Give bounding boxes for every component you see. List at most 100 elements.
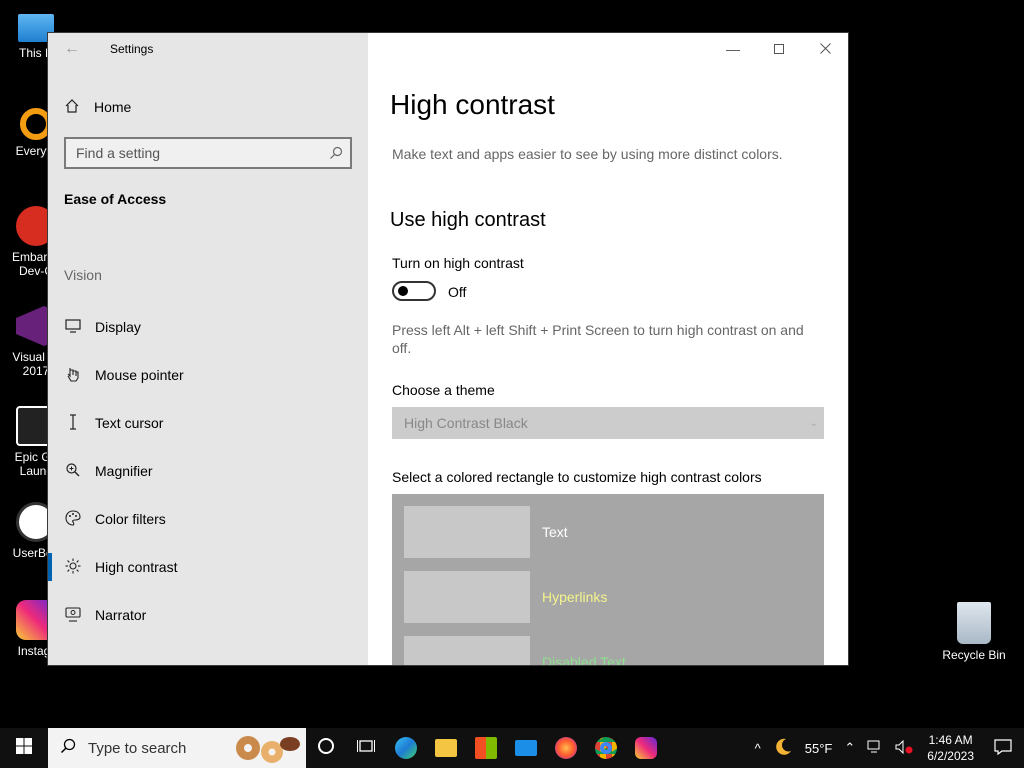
cortana-button[interactable] xyxy=(306,728,346,768)
back-arrow-icon: ← xyxy=(64,40,80,57)
show-hidden-icons-chevron-icon[interactable]: ⌃ xyxy=(838,740,861,756)
page-title: High contrast xyxy=(390,89,555,120)
mail-icon xyxy=(515,740,537,756)
recycle-bin-icon xyxy=(957,602,991,644)
narrator-icon xyxy=(48,606,95,625)
taskbar-search-input[interactable] xyxy=(88,739,258,757)
minimize-button[interactable]: — xyxy=(710,33,756,65)
taskbar-app-chrome[interactable] xyxy=(586,728,626,768)
sidebar-item-label: Display xyxy=(95,319,141,335)
high-contrast-toggle[interactable] xyxy=(392,281,436,301)
search-icon xyxy=(48,738,88,759)
clock-date: 6/2/2023 xyxy=(927,749,974,763)
chrome-icon xyxy=(595,737,617,759)
color-row-hyperlinks: Hyperlinks xyxy=(404,571,607,623)
edge-icon xyxy=(395,737,417,759)
sidebar-nav-list: Display Mouse pointer Text cursor Magnif… xyxy=(48,303,368,639)
weather-temperature[interactable]: 55°F xyxy=(799,741,839,756)
sidebar-item-display[interactable]: Display xyxy=(48,303,368,351)
text-cursor-icon xyxy=(48,413,95,433)
sidebar-item-color-filters[interactable]: Color filters xyxy=(48,495,368,543)
sidebar-item-home[interactable]: Home xyxy=(48,91,368,123)
mouse-pointer-icon xyxy=(48,366,95,385)
category-heading: Ease of Access xyxy=(64,191,167,207)
task-view-icon xyxy=(357,738,375,759)
taskbar-app-instagram[interactable] xyxy=(626,728,666,768)
taskbar-app-edge[interactable] xyxy=(386,728,426,768)
instagram-icon xyxy=(635,737,657,759)
back-button[interactable]: ← xyxy=(60,39,84,59)
sidebar-item-label: High contrast xyxy=(95,559,178,575)
home-icon xyxy=(48,98,94,117)
page-description: Make text and apps easier to see by usin… xyxy=(392,146,783,162)
color-swatch-hyperlinks[interactable] xyxy=(404,571,530,623)
color-rect-label: Select a colored rectangle to customize … xyxy=(392,469,762,485)
toggle-state: Off xyxy=(448,284,467,300)
color-row-label: Text xyxy=(542,524,568,540)
windows-logo-icon xyxy=(16,737,32,759)
search-input[interactable] xyxy=(66,139,316,167)
taskbar-app-mail[interactable] xyxy=(506,728,546,768)
color-row-label: Hyperlinks xyxy=(542,589,608,605)
color-filters-icon xyxy=(48,509,95,529)
settings-window: ← Settings Home Ease of Access Vision Di… xyxy=(48,33,848,665)
theme-label: Choose a theme xyxy=(392,382,495,398)
toggle-label: Turn on high contrast xyxy=(392,255,524,271)
color-swatch-text[interactable] xyxy=(404,506,530,558)
sidebar-item-high-contrast[interactable]: High contrast xyxy=(48,543,368,591)
taskbar-app-firefox[interactable] xyxy=(546,728,586,768)
theme-dropdown[interactable]: High Contrast Black ⌄ xyxy=(392,407,824,439)
theme-value: High Contrast Black xyxy=(404,415,528,431)
sidebar-item-label: Narrator xyxy=(95,607,147,623)
title-bar[interactable]: ← Settings xyxy=(48,33,368,65)
chevron-up-icon[interactable]: ^ xyxy=(749,741,767,756)
notification-center-icon[interactable] xyxy=(982,738,1024,758)
minimize-icon: — xyxy=(726,41,740,57)
section-label: Vision xyxy=(64,267,102,283)
sidebar-item-label: Text cursor xyxy=(95,415,164,431)
sidebar-item-label: Color filters xyxy=(95,511,166,527)
sidebar-item-label: Magnifier xyxy=(95,463,153,479)
system-tray: ^ 55°F ⌃ 1:46 AM 6/2/2023 xyxy=(749,728,1024,768)
volume-muted-icon[interactable] xyxy=(889,739,919,757)
system-clock[interactable]: 1:46 AM 6/2/2023 xyxy=(919,732,982,764)
taskbar: ^ 55°F ⌃ 1:46 AM 6/2/2023 xyxy=(0,728,1024,768)
search-icon[interactable] xyxy=(328,145,344,161)
sidebar-item-magnifier[interactable]: Magnifier xyxy=(48,447,368,495)
shortcut-hint: Press left Alt + left Shift + Print Scre… xyxy=(392,322,804,356)
caption-buttons: — xyxy=(710,33,848,65)
sidebar-item-label: Mouse pointer xyxy=(95,367,184,383)
close-button[interactable] xyxy=(802,33,848,65)
store-icon xyxy=(475,737,497,759)
start-button[interactable] xyxy=(0,728,48,768)
maximize-button[interactable] xyxy=(756,33,802,65)
donut-doodle-icon xyxy=(234,732,300,764)
firefox-icon xyxy=(555,737,577,759)
color-swatch-disabled-text[interactable] xyxy=(404,636,530,665)
task-view-button[interactable] xyxy=(346,728,386,768)
search-box[interactable] xyxy=(64,137,352,169)
close-icon xyxy=(819,41,831,57)
high-contrast-icon xyxy=(48,558,95,577)
sidebar: ← Settings Home Ease of Access Vision Di… xyxy=(48,33,368,665)
section-title: Use high contrast xyxy=(390,209,546,231)
taskbar-app-store[interactable] xyxy=(466,728,506,768)
color-row-label: Disabled Text xyxy=(542,654,626,665)
taskbar-search[interactable] xyxy=(48,728,306,768)
sidebar-item-narrator[interactable]: Narrator xyxy=(48,591,368,639)
chevron-down-icon: ⌄ xyxy=(809,417,818,429)
maximize-icon xyxy=(774,41,784,57)
cortana-icon xyxy=(317,737,335,760)
desktop-icon-label: Recycle Bin xyxy=(942,648,1006,662)
display-icon xyxy=(48,318,95,336)
weather-moon-icon[interactable] xyxy=(767,737,799,760)
sidebar-item-text-cursor[interactable]: Text cursor xyxy=(48,399,368,447)
main-content: — High contrast Make text and apps easie… xyxy=(368,33,848,665)
taskbar-app-file-explorer[interactable] xyxy=(426,728,466,768)
color-preview-panel: Text Hyperlinks Disabled Text xyxy=(392,494,824,665)
clock-time: 1:46 AM xyxy=(928,733,973,747)
desktop-icon-recycle-bin[interactable]: Recycle Bin xyxy=(938,602,1010,662)
sidebar-item-mouse-pointer[interactable]: Mouse pointer xyxy=(48,351,368,399)
toggle-knob xyxy=(398,286,408,296)
network-icon[interactable] xyxy=(861,740,889,757)
